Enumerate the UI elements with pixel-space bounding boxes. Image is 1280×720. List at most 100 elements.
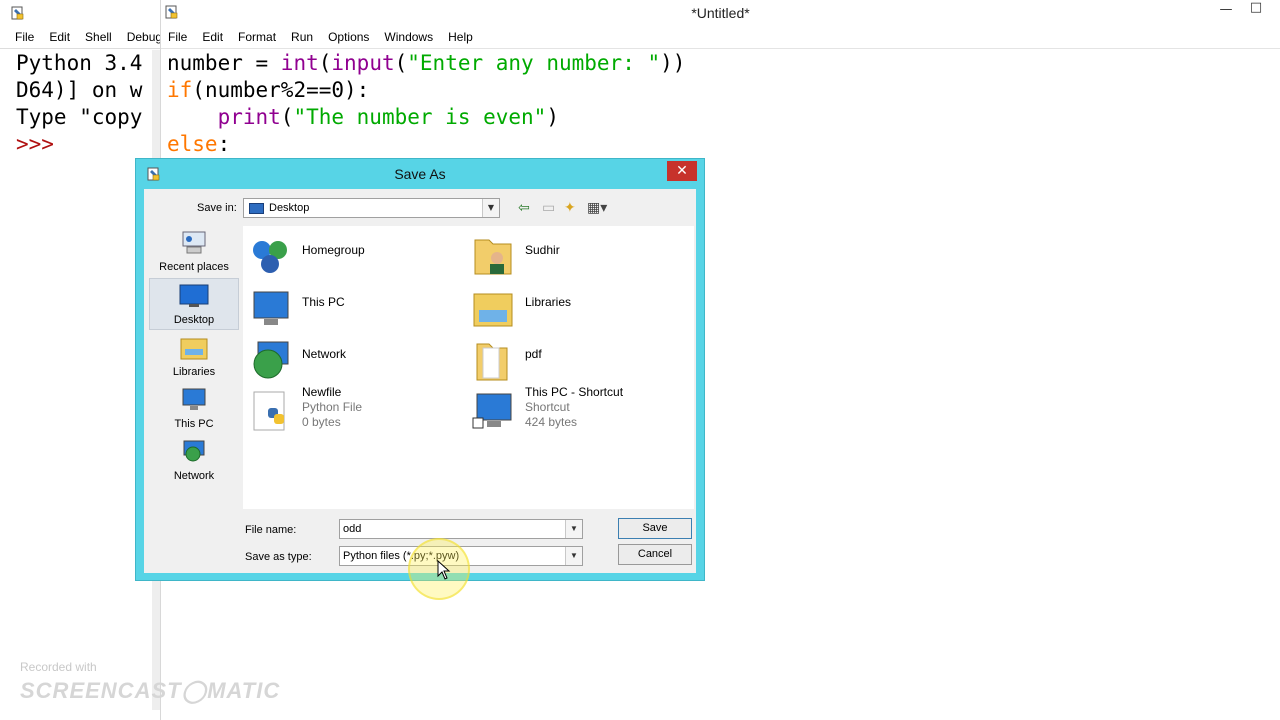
item-name: Newfile — [302, 385, 342, 399]
place-label: Desktop — [173, 314, 215, 326]
user-folder-icon — [474, 239, 512, 275]
dialog-body: Save in: Desktop ▼ ⇦ ▭ ✦ ▦▾ Recent place… — [144, 189, 696, 573]
save-in-dropdown[interactable]: Desktop ▼ — [243, 198, 500, 218]
place-label: This PC — [174, 418, 214, 430]
chevron-down-icon[interactable]: ▼ — [565, 547, 582, 565]
places-bar: Recent places Desktop Libraries This PC … — [149, 226, 241, 496]
network-icon — [183, 440, 205, 462]
code-token: else — [167, 132, 218, 156]
item-name: This PC - Shortcut — [525, 385, 624, 399]
list-item-network[interactable]: Network — [243, 336, 458, 384]
menu-format[interactable]: Format — [238, 30, 276, 44]
python-feather-icon — [11, 6, 24, 20]
place-libraries[interactable]: Libraries — [149, 331, 239, 378]
item-size: 424 bytes — [525, 415, 578, 429]
shell-menubar: File Edit Shell Debug — [0, 26, 160, 49]
cancel-button[interactable]: Cancel — [618, 544, 692, 565]
chevron-down-icon[interactable]: ▼ — [482, 199, 499, 217]
item-type: Python File — [302, 400, 363, 414]
window-title: *Untitled* — [691, 5, 750, 21]
list-item-newfile[interactable]: Newfile Python File 0 bytes — [243, 385, 458, 436]
list-item-this-pc[interactable]: This PC — [243, 284, 458, 332]
file-name-value: odd — [343, 523, 362, 535]
place-network[interactable]: Network — [149, 435, 239, 482]
save-type-label: Save as type: — [245, 551, 312, 563]
menu-file[interactable]: File — [15, 30, 34, 44]
list-item-libraries[interactable]: Libraries — [466, 284, 681, 332]
save-in-label: Save in: — [197, 202, 237, 214]
code-token: if — [167, 78, 193, 102]
this-pc-icon — [182, 388, 206, 410]
item-name: Libraries — [525, 295, 572, 309]
place-label: Network — [173, 470, 215, 482]
shortcut-icon — [472, 393, 512, 429]
folder-icon — [476, 343, 508, 381]
code-token: number = — [167, 51, 281, 75]
dialog-title: Save As — [394, 166, 446, 182]
code-token: ( — [280, 105, 294, 129]
code-line: print("The number is even") — [167, 104, 685, 131]
file-list[interactable]: Homegroup Sudhir This PC Libraries Netwo… — [243, 226, 694, 509]
list-item-pdf[interactable]: pdf — [466, 336, 681, 384]
item-size: 0 bytes — [302, 415, 341, 429]
code-editor[interactable]: number = int(input("Enter any number: ")… — [167, 50, 685, 158]
item-name: Sudhir — [525, 243, 560, 257]
save-in-value: Desktop — [269, 202, 310, 214]
this-pc-icon — [253, 291, 289, 325]
list-item-homegroup[interactable]: Homegroup — [243, 232, 458, 280]
code-token: print — [217, 105, 281, 129]
back-arrow-icon[interactable]: ⇦ — [518, 200, 530, 216]
view-menu-icon[interactable]: ▦▾ — [587, 200, 607, 216]
code-token: ) — [546, 105, 559, 129]
code-line: number = int(input("Enter any number: ")… — [167, 50, 685, 77]
code-token: )) — [660, 51, 686, 75]
place-label: Recent places — [159, 261, 229, 273]
list-item-sudhir[interactable]: Sudhir — [466, 232, 681, 280]
place-desktop[interactable]: Desktop — [149, 278, 239, 330]
editor-menubar: File Edit Format Run Options Windows Hel… — [161, 26, 1280, 49]
menu-help[interactable]: Help — [448, 30, 473, 44]
item-type: Shortcut — [525, 400, 570, 414]
minimize-icon[interactable]: — — [1211, 2, 1241, 17]
code-token: : — [217, 132, 231, 156]
menu-file[interactable]: File — [168, 30, 187, 44]
libraries-icon — [180, 338, 208, 360]
menu-edit[interactable]: Edit — [49, 30, 70, 44]
menu-edit[interactable]: Edit — [202, 30, 223, 44]
shell-line: Python 3.4 — [16, 51, 143, 75]
menu-run[interactable]: Run — [291, 30, 313, 44]
libraries-icon — [473, 293, 513, 327]
up-folder-icon[interactable]: ▭ — [542, 200, 555, 216]
list-item-this-pc-shortcut[interactable]: This PC - Shortcut Shortcut 424 bytes — [466, 385, 681, 436]
file-name-label: File name: — [245, 524, 297, 536]
shell-output[interactable]: Python 3.4 D64)] on w Type "copy >>> — [16, 50, 142, 158]
chevron-down-icon[interactable]: ▼ — [565, 520, 582, 538]
file-name-field[interactable]: odd ▼ — [339, 519, 583, 539]
shell-titlebar — [0, 0, 160, 26]
code-token: "Enter any number: " — [407, 51, 661, 75]
close-icon[interactable]: ✕ — [667, 161, 697, 181]
place-this-pc[interactable]: This PC — [149, 383, 239, 430]
item-name: Homegroup — [302, 243, 365, 257]
item-name: This PC — [302, 295, 345, 309]
menu-shell[interactable]: Shell — [85, 30, 112, 44]
code-token: "The number is even" — [293, 105, 547, 129]
maximize-icon[interactable]: □ — [1241, 0, 1271, 15]
watermark-brand: SCREENCAST◯MATIC — [20, 678, 281, 703]
save-button[interactable]: Save — [618, 518, 692, 539]
menu-options[interactable]: Options — [328, 30, 369, 44]
mouse-pointer-icon — [437, 560, 451, 580]
network-icon — [253, 341, 289, 379]
item-name: pdf — [525, 347, 542, 361]
menu-windows[interactable]: Windows — [384, 30, 433, 44]
new-folder-icon[interactable]: ✦ — [564, 200, 576, 216]
code-token: ( — [318, 51, 332, 75]
code-token: ( — [394, 51, 408, 75]
desktop-icon — [179, 284, 209, 307]
desktop-icon — [249, 203, 264, 214]
shell-line: D64)] on w — [16, 78, 143, 102]
menu-debug[interactable]: Debug — [127, 30, 160, 44]
item-name: Network — [302, 347, 347, 361]
watermark-line1: Recorded with — [20, 660, 97, 674]
place-recent[interactable]: Recent places — [149, 226, 239, 273]
